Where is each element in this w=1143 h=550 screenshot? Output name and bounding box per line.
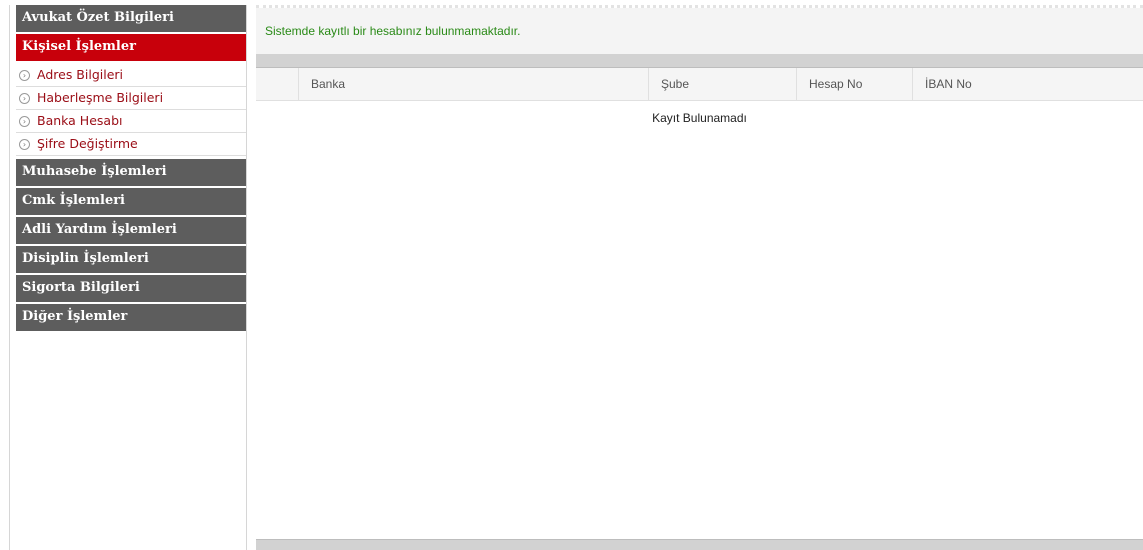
table-header: Banka Şube Hesap No İBAN No [256, 68, 1143, 101]
kisisel-islemler-submenu: › Adres Bilgileri › Haberleşme Bilgileri… [16, 64, 246, 156]
info-message: Sistemde kayıtlı bir hesabınız bulunmama… [256, 8, 1143, 54]
menu-adli-yardim-islemleri[interactable]: Adli Yardım İşlemleri [16, 217, 246, 244]
submenu-item-label: Banka Hesabı [37, 113, 123, 128]
arrow-circle-icon: › [19, 115, 30, 127]
menu-disiplin-islemleri[interactable]: Disiplin İşlemleri [16, 246, 246, 273]
submenu-item-haberlesme-bilgileri[interactable]: › Haberleşme Bilgileri [16, 87, 246, 110]
arrow-circle-icon: › [19, 92, 30, 104]
column-header-banka[interactable]: Banka [299, 68, 649, 100]
arrow-circle-icon: › [19, 138, 30, 150]
menu-avukat-ozet-bilgileri[interactable]: Avukat Özet Bilgileri [16, 5, 246, 32]
menu-kisisel-islemler[interactable]: Kişisel İşlemler [16, 34, 246, 61]
submenu-item-label: Haberleşme Bilgileri [37, 90, 164, 105]
empty-table-message: Kayıt Bulunamadı [652, 111, 747, 125]
submenu-item-banka-hesabi[interactable]: › Banka Hesabı [16, 110, 246, 133]
arrow-circle-icon: › [19, 69, 30, 81]
menu-cmk-islemleri[interactable]: Cmk İşlemleri [16, 188, 246, 215]
column-header-iban-no[interactable]: İBAN No [913, 68, 1143, 100]
grid-bottom-bar [256, 539, 1143, 550]
menu-diger-islemler[interactable]: Diğer İşlemler [16, 304, 246, 331]
grid-top-bar [256, 54, 1143, 68]
column-header-sube[interactable]: Şube [649, 68, 797, 100]
left-sidebar: Avukat Özet Bilgileri Kişisel İşlemler ›… [9, 5, 247, 550]
menu-muhasebe-islemleri[interactable]: Muhasebe İşlemleri [16, 159, 246, 186]
submenu-item-sifre-degistirme[interactable]: › Şifre Değiştirme [16, 133, 246, 156]
table-header-blank [256, 68, 299, 100]
column-header-hesap-no[interactable]: Hesap No [797, 68, 913, 100]
submenu-item-adres-bilgileri[interactable]: › Adres Bilgileri [16, 64, 246, 87]
main-content: Sistemde kayıtlı bir hesabınız bulunmama… [256, 5, 1143, 550]
submenu-item-label: Şifre Değiştirme [37, 136, 138, 151]
menu-sigorta-bilgileri[interactable]: Sigorta Bilgileri [16, 275, 246, 302]
submenu-item-label: Adres Bilgileri [37, 67, 124, 82]
